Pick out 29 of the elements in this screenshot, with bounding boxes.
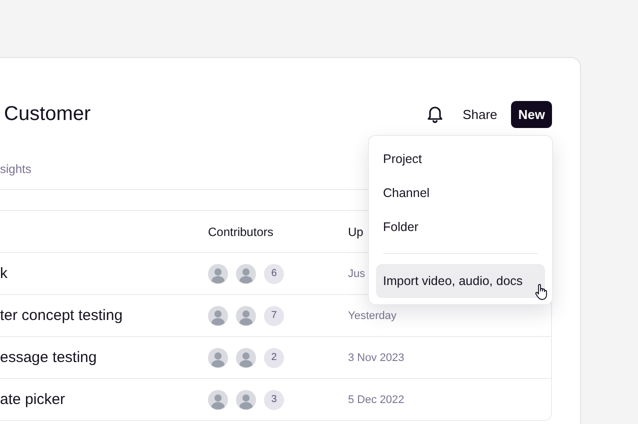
column-header: Up [348, 224, 364, 238]
avatar-icon [236, 264, 256, 284]
project-name[interactable]: essage testing [0, 349, 208, 366]
updated-date: 5 Dec 2022 [348, 394, 404, 406]
avatar-icon [208, 306, 228, 326]
avatar-icon [208, 348, 228, 368]
new-button[interactable]: New [511, 100, 552, 128]
share-button[interactable]: Share [462, 106, 498, 122]
avatar-icon [236, 306, 256, 326]
avatar-icon [236, 348, 256, 368]
project-name[interactable]: ter concept testing [0, 307, 208, 324]
project-name[interactable]: k [0, 265, 208, 282]
tab[interactable]: sights [0, 156, 32, 176]
contributor-count: 2 [264, 348, 284, 368]
updated-date: Jus [348, 268, 366, 280]
contributor-count: 6 [264, 264, 284, 284]
page-title: Customer [3, 102, 91, 126]
updated-date: Yesterday [348, 310, 397, 322]
column-header: Contributors [208, 224, 274, 238]
menu-item[interactable]: Import video, audio, docs [376, 264, 545, 298]
hand-cursor-icon [535, 284, 548, 300]
notification-bell-icon[interactable] [426, 105, 443, 123]
contributor-count: 3 [264, 390, 284, 410]
avatar-icon [208, 264, 228, 284]
avatar-icon [236, 390, 256, 410]
contributor-count: 7 [264, 306, 284, 326]
project-name[interactable]: ate picker [0, 391, 208, 408]
avatar-icon [208, 390, 228, 410]
updated-date: 3 Nov 2023 [348, 352, 404, 364]
